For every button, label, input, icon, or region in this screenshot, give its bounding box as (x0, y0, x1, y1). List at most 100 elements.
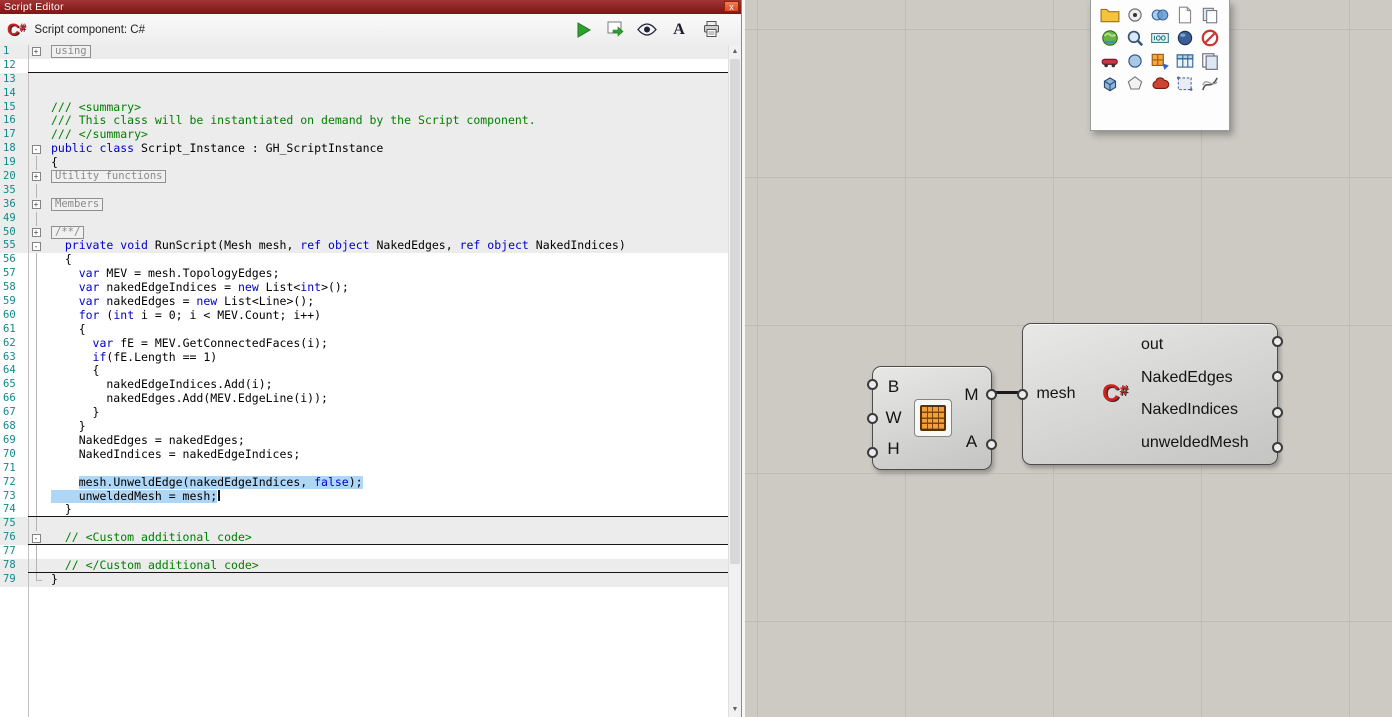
circle-icon[interactable] (1125, 51, 1145, 71)
titlebar[interactable]: Script Editor x (0, 0, 741, 14)
fold-toggle[interactable]: - (31, 533, 41, 543)
fold-toggle[interactable]: + (31, 172, 41, 182)
box-icon[interactable] (1100, 74, 1120, 94)
code-line[interactable]: 77 (0, 545, 728, 559)
code-line[interactable]: 16 /// This class will be instantiated on… (0, 114, 728, 129)
collapsed-region[interactable]: Members (51, 197, 104, 211)
code-line[interactable]: 76 - // <Custom additional code> (0, 531, 728, 546)
geometry-icon[interactable] (1150, 5, 1170, 25)
code-line[interactable]: 12 (0, 58, 728, 73)
input-port-B[interactable] (867, 379, 878, 390)
code-line[interactable]: 61 { (0, 322, 728, 337)
cloud-icon[interactable] (1150, 74, 1170, 94)
folder-icon[interactable] (1100, 5, 1120, 25)
scroll-down-button[interactable]: ▼ (729, 703, 741, 717)
code-line[interactable]: 57 var MEV = mesh.TopologyEdges; (0, 267, 728, 282)
output-port-A[interactable] (986, 439, 997, 450)
input-port-W[interactable] (867, 413, 878, 424)
code-line[interactable]: 58 var nakedEdgeIndices = new List<int>(… (0, 281, 728, 296)
code-line[interactable]: 74 } (0, 503, 728, 518)
csharp-script-component[interactable]: mesh C# out NakedEdges NakedIndices unwelde… (1017, 323, 1283, 465)
code-line[interactable]: 17 /// </summary> (0, 128, 728, 143)
code-line[interactable]: 79} (0, 572, 728, 587)
grasshopper-canvas[interactable]: BWH MA mesh C# out NakedEdges NakedIndices… (742, 0, 1392, 717)
code-line[interactable]: 20 + Utility functions (0, 170, 728, 184)
code-line[interactable]: 75 (0, 517, 728, 532)
point-icon[interactable] (1125, 5, 1145, 25)
code-line[interactable]: 35 (0, 183, 728, 198)
code-line[interactable]: 73 unweldedMesh = mesh; (0, 489, 728, 504)
earth-icon[interactable] (1100, 28, 1120, 48)
sphere-icon[interactable] (1175, 28, 1195, 48)
output-port-unweldedMesh[interactable] (1272, 442, 1283, 453)
collapsed-region[interactable]: using (51, 45, 91, 58)
code-line[interactable]: 15 /// <summary> (0, 100, 728, 115)
input-port-H[interactable] (867, 447, 878, 458)
vertical-scrollbar[interactable]: ▲ ▼ (728, 45, 741, 717)
code-line[interactable]: 59 var nakedEdges = new List<Line>(); (0, 295, 728, 309)
line-number: 20 (3, 170, 16, 183)
output-port-out[interactable] (1272, 336, 1283, 347)
code-line[interactable]: 1 + using (0, 45, 728, 59)
counter-icon[interactable] (1150, 28, 1170, 48)
code-line[interactable]: 69 NakedEdges = nakedEdges; (0, 433, 728, 448)
code-line[interactable]: 68 } (0, 420, 728, 434)
code-line[interactable]: 55 - private void RunScript(Mesh mesh, re… (0, 239, 728, 254)
mesh-box-component[interactable]: BWH MA (867, 366, 997, 470)
code-line[interactable]: 36 + Members (0, 197, 728, 212)
table-icon[interactable] (1175, 51, 1195, 71)
code-line[interactable]: 13 (0, 72, 728, 87)
fold-toggle[interactable]: + (31, 228, 41, 238)
input-port-mesh[interactable] (1017, 389, 1028, 400)
collapsed-region[interactable]: /**/ (51, 225, 85, 239)
component-palette (1090, 0, 1230, 131)
region-icon[interactable] (1175, 74, 1195, 94)
code-line[interactable]: 62 var fE = MEV.GetConnectedFaces(i); (0, 336, 728, 351)
code-line[interactable]: 60 for (int i = 0; i < MEV.Count; i++) (0, 308, 728, 323)
preview-button[interactable] (635, 18, 659, 42)
code-line[interactable]: 56 { (0, 253, 728, 268)
line-number: 66 (3, 392, 16, 405)
curves-icon[interactable] (1200, 74, 1220, 94)
fold-toggle[interactable]: - (31, 144, 41, 154)
fold-gutter (28, 378, 43, 393)
code-line[interactable]: 72 mesh.UnweldEdge(nakedEdgeIndices, fal… (0, 475, 728, 490)
output-port-M[interactable] (986, 389, 997, 400)
code-line[interactable]: 19 { (0, 156, 728, 171)
vehicle-icon[interactable] (1100, 51, 1120, 71)
collapsed-region[interactable]: Utility functions (51, 170, 167, 184)
code-line[interactable]: 71 (0, 461, 728, 476)
code-editor[interactable]: 1 + using 12 13 14 15 /// <summary> 16 /// This c… (0, 45, 728, 717)
polygon-icon[interactable] (1125, 74, 1145, 94)
code-line[interactable]: 14 (0, 86, 728, 101)
scrollbar-thumb[interactable] (730, 59, 740, 564)
code-line[interactable]: 64 { (0, 364, 728, 379)
fold-toggle[interactable]: + (31, 47, 41, 57)
close-button[interactable]: x (724, 1, 739, 12)
code-line[interactable]: 65 nakedEdgeIndices.Add(i); (0, 378, 728, 393)
code-line[interactable]: 78 // </Custom additional code> (0, 558, 728, 573)
line-number: 77 (3, 545, 16, 558)
layers-icon[interactable] (1200, 51, 1220, 71)
print-button[interactable] (699, 18, 723, 42)
document-icon[interactable] (1175, 5, 1195, 25)
documents-icon[interactable] (1200, 5, 1220, 25)
code-line[interactable]: 49 (0, 211, 728, 226)
zoom-icon[interactable] (1125, 28, 1145, 48)
code-line[interactable]: 50 + /**/ (0, 225, 728, 240)
disable-icon[interactable] (1200, 28, 1220, 48)
code-line[interactable]: 66 nakedEdges.Add(MEV.EdgeLine(i)); (0, 392, 728, 407)
mesh-face-icon[interactable] (1150, 51, 1170, 71)
scroll-up-button[interactable]: ▲ (729, 45, 741, 59)
code-line[interactable]: 70 NakedIndices = nakedEdgeIndices; (0, 447, 728, 462)
insert-button[interactable] (603, 18, 627, 42)
code-line[interactable]: 63 if(fE.Length == 1) (0, 350, 728, 365)
font-button[interactable]: A (667, 18, 691, 42)
run-button[interactable] (571, 18, 595, 42)
code-line[interactable]: 18 - public class Script_Instance : GH_Scr… (0, 142, 728, 157)
output-port-NakedIndices[interactable] (1272, 407, 1283, 418)
code-line[interactable]: 67 } (0, 406, 728, 421)
output-port-NakedEdges[interactable] (1272, 371, 1283, 382)
fold-toggle[interactable]: + (31, 200, 41, 210)
fold-toggle[interactable]: - (31, 241, 41, 251)
